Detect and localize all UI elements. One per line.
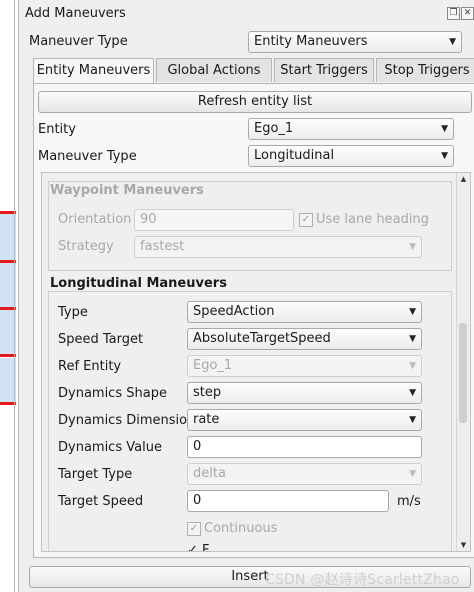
- watermark: CSDN @赵诗诗ScarlettZhao: [265, 572, 460, 588]
- continuous-checkbox[interactable]: ✓: [187, 522, 201, 536]
- maneuver-scroll-area: Waypoint Maneuvers Orientation 90 ✓ Use …: [41, 172, 471, 552]
- tab-entity-maneuvers[interactable]: Entity Maneuvers: [33, 58, 154, 84]
- scroll-down-icon[interactable]: ▼: [457, 539, 470, 551]
- longitudinal-title: Longitudinal Maneuvers: [50, 276, 227, 291]
- chevron-down-icon: ▼: [409, 334, 416, 344]
- type-label: Type: [58, 305, 88, 320]
- strategy-select[interactable]: fastest ▼: [134, 236, 422, 258]
- scrollbar-thumb[interactable]: [459, 323, 467, 423]
- entity-maneuver-type-label: Maneuver Type: [38, 149, 137, 164]
- ref-entity-label: Ref Entity: [58, 359, 122, 374]
- strategy-label: Strategy: [58, 239, 114, 254]
- refresh-entity-list-button[interactable]: Refresh entity list: [38, 91, 472, 113]
- orientation-input[interactable]: 90: [134, 209, 294, 231]
- background-strip: [0, 0, 16, 592]
- chevron-down-icon: ▼: [409, 415, 416, 425]
- float-icon[interactable]: ❐: [447, 7, 460, 20]
- chevron-down-icon: ▼: [409, 361, 416, 371]
- chevron-down-icon: ▼: [409, 388, 416, 398]
- dynamics-dimension-select[interactable]: rate ▼: [187, 409, 422, 431]
- maneuver-type-select[interactable]: Entity Maneuvers ▼: [248, 31, 462, 53]
- ref-entity-select[interactable]: Ego_1 ▼: [187, 355, 422, 377]
- divider: [14, 0, 15, 592]
- type-select[interactable]: SpeedAction ▼: [187, 301, 422, 323]
- dock-title: Add Maneuvers: [25, 6, 126, 21]
- tab-global-actions[interactable]: Global Actions: [156, 58, 272, 82]
- speed-target-label: Speed Target: [58, 332, 144, 347]
- vertical-scrollbar[interactable]: ▲ ▼: [456, 173, 470, 551]
- dock-titlebar: Add Maneuvers ❐ ✕: [19, 0, 474, 28]
- chevron-down-icon: ▼: [409, 307, 416, 317]
- dynamics-shape-select[interactable]: step ▼: [187, 382, 422, 404]
- target-type-label: Target Type: [58, 467, 133, 482]
- continuous-label: Continuous: [204, 521, 278, 536]
- entity-maneuver-type-select[interactable]: Longitudinal ▼: [248, 145, 454, 167]
- dynamics-shape-label: Dynamics Shape: [58, 386, 167, 401]
- add-maneuvers-dock: Add Maneuvers ❐ ✕ Maneuver Type Entity M…: [18, 0, 474, 592]
- scroll-up-icon[interactable]: ▲: [457, 173, 470, 185]
- use-lane-heading-label: Use lane heading: [316, 212, 429, 227]
- tab-stop-triggers[interactable]: Stop Triggers: [376, 58, 474, 82]
- chevron-down-icon: ▼: [409, 469, 416, 479]
- target-speed-label: Target Speed: [58, 494, 144, 509]
- chevron-down-icon: ▼: [409, 242, 416, 252]
- entity-label: Entity: [38, 122, 76, 137]
- entity-select[interactable]: Ego_1 ▼: [248, 118, 454, 140]
- maneuver-type-label: Maneuver Type: [29, 34, 128, 49]
- tab-start-triggers[interactable]: Start Triggers: [274, 58, 374, 82]
- chevron-down-icon: ▼: [449, 37, 456, 47]
- chevron-down-icon: ▼: [441, 151, 448, 161]
- partial-row-label: ✓ F: [187, 543, 210, 552]
- target-speed-unit: m/s: [397, 494, 421, 509]
- orientation-label: Orientation: [58, 212, 132, 227]
- dynamics-value-label: Dynamics Value: [58, 440, 162, 455]
- speed-target-select[interactable]: AbsoluteTargetSpeed ▼: [187, 328, 422, 350]
- target-speed-input[interactable]: 0: [187, 490, 389, 512]
- chevron-down-icon: ▼: [441, 124, 448, 134]
- dynamics-dimension-label: Dynamics Dimension: [58, 413, 196, 428]
- target-type-select[interactable]: delta ▼: [187, 463, 422, 485]
- maneuver-type-value: Entity Maneuvers: [254, 34, 368, 49]
- waypoint-title: Waypoint Maneuvers: [50, 183, 204, 198]
- dynamics-value-input[interactable]: 0: [187, 436, 422, 458]
- close-icon[interactable]: ✕: [461, 7, 474, 20]
- use-lane-heading-checkbox[interactable]: ✓: [299, 213, 313, 227]
